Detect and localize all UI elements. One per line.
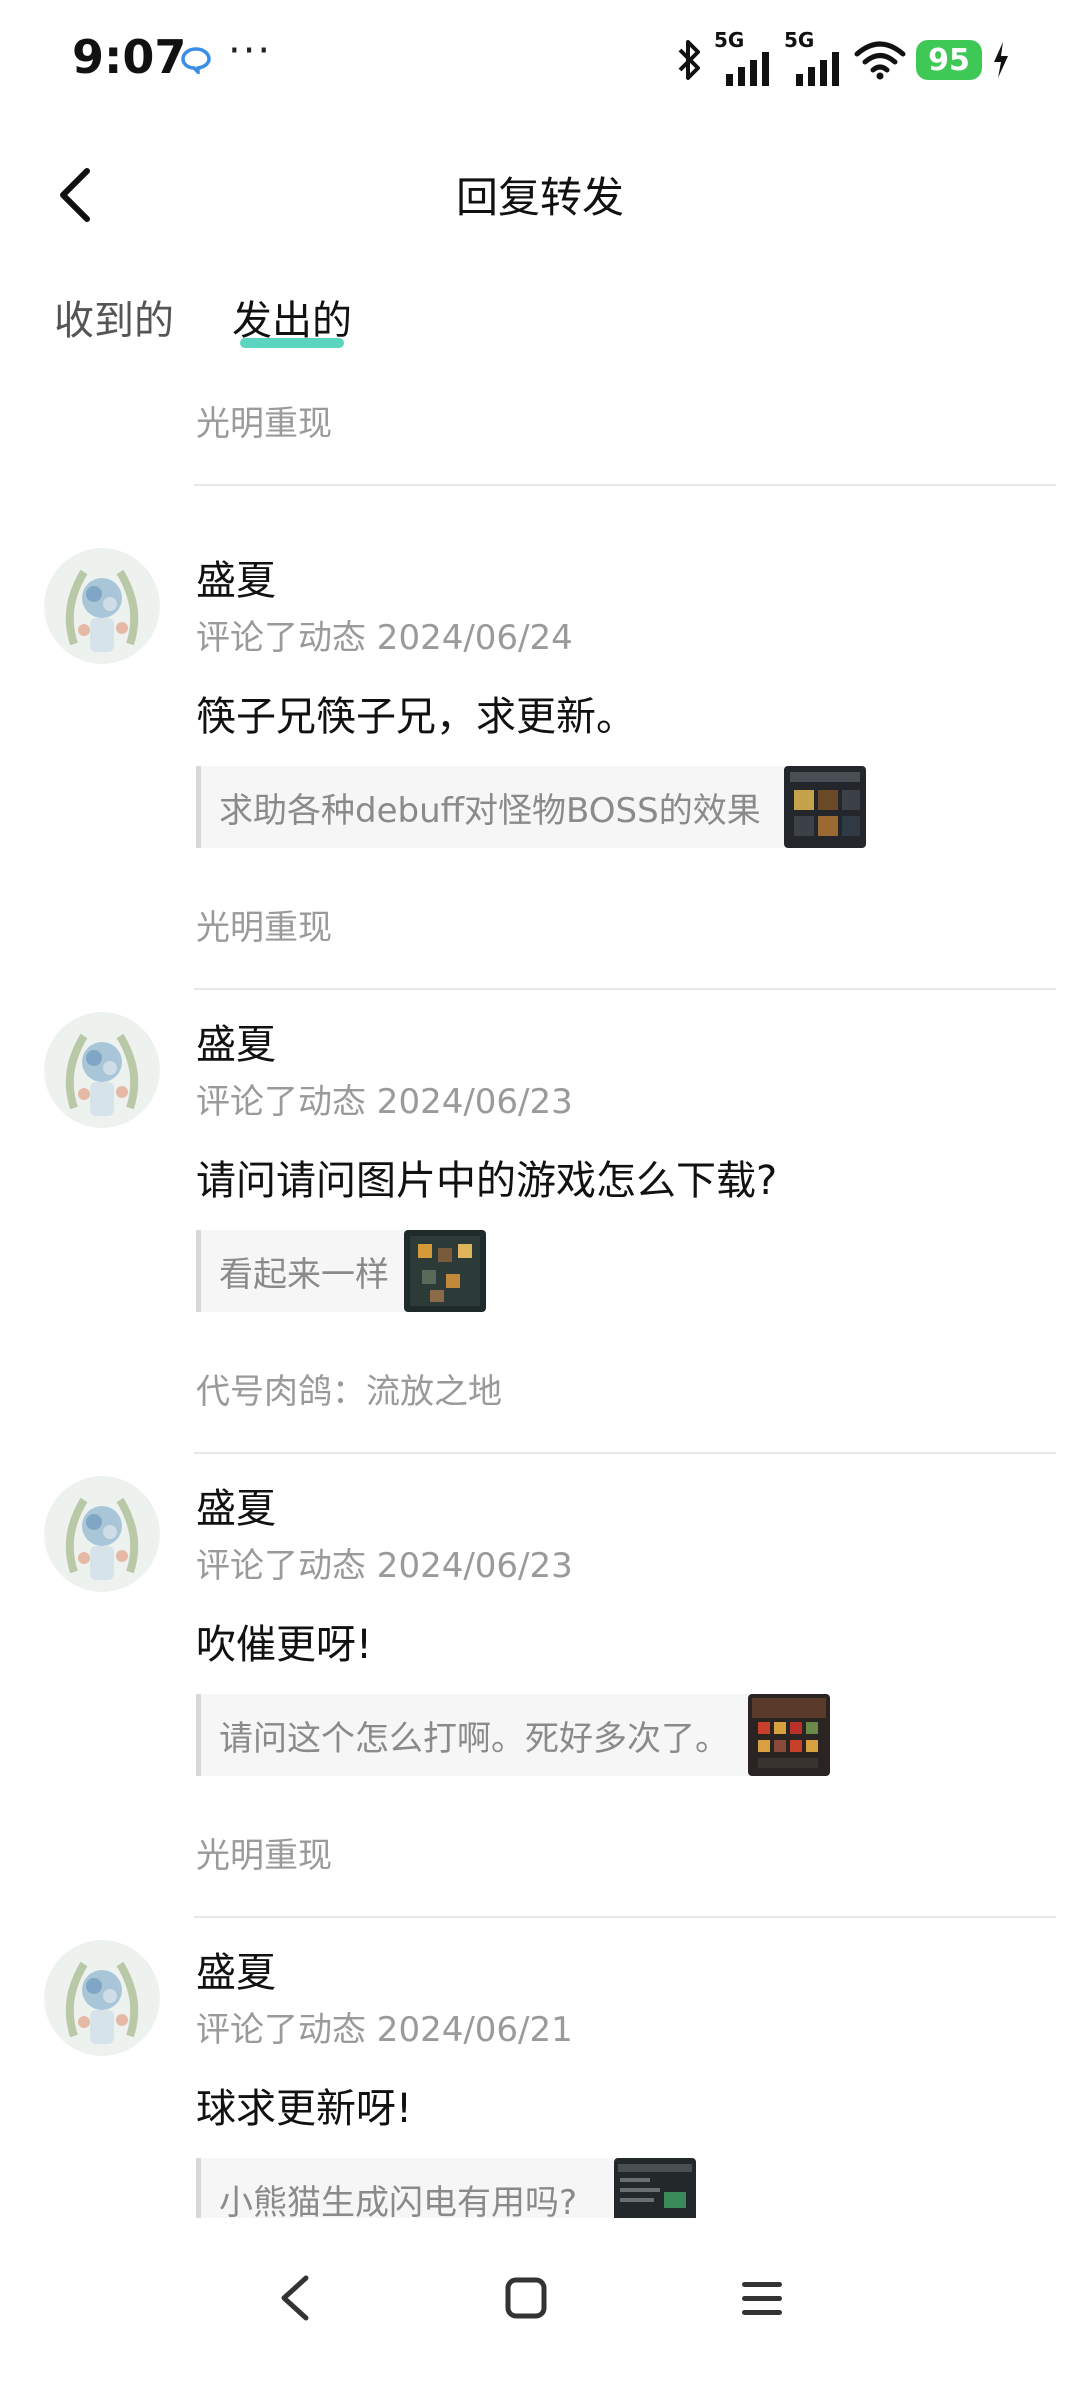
- bluetooth-icon: [678, 40, 700, 80]
- nav-home-button[interactable]: [476, 2248, 576, 2348]
- divider: [194, 1452, 1056, 1454]
- quoted-post-title: 小熊猫生成闪电有用吗?: [219, 2182, 578, 2219]
- wifi-icon: [854, 41, 906, 80]
- tab-received[interactable]: 收到的: [54, 288, 174, 346]
- status-bar: 9:07 ··· 5G 5G 95: [0, 0, 1080, 120]
- avatar[interactable]: [44, 1940, 160, 2056]
- chat-bubble-icon: [181, 47, 211, 74]
- quoted-post[interactable]: 求助各种debuff对怪物BOSS的效果: [196, 766, 784, 848]
- list-item[interactable]: 盛夏 评论了动态 2024/06/23 请问请问图片中的游戏怎么下载? 看起来一…: [0, 1012, 1080, 1476]
- source-game[interactable]: 代号肉鸽：流放之地: [196, 1364, 502, 1413]
- comment-meta: 评论了动态 2024/06/23: [196, 1546, 573, 1586]
- quoted-post[interactable]: 小熊猫生成闪电有用吗?: [196, 2158, 614, 2218]
- divider: [194, 484, 1056, 486]
- user-name[interactable]: 盛夏: [196, 548, 276, 606]
- system-nav-bar: [0, 2218, 1080, 2403]
- post-thumbnail[interactable]: [784, 766, 866, 848]
- status-time: 9:07: [72, 30, 187, 84]
- quoted-post-title: 求助各种debuff对怪物BOSS的效果: [219, 790, 761, 831]
- charging-icon: [994, 42, 1008, 78]
- quoted-post[interactable]: 看起来一样: [196, 1230, 404, 1312]
- signal-icon: 5G: [784, 28, 844, 86]
- source-game[interactable]: 光明重现: [196, 1828, 332, 1877]
- list-item[interactable]: 盛夏 评论了动态 2024/06/24 筷子兄筷子兄，求更新。 求助各种debu…: [0, 548, 1080, 1012]
- comment-text[interactable]: 筷子兄筷子兄，求更新。: [196, 684, 636, 742]
- home-square-icon: [505, 2277, 547, 2319]
- quoted-post[interactable]: 请问这个怎么打啊。死好多次了。: [196, 1694, 748, 1776]
- avatar[interactable]: [44, 548, 160, 664]
- menu-lines-icon: [742, 2282, 782, 2315]
- page-title: 回复转发: [455, 173, 624, 222]
- signal-icon: 5G: [714, 28, 774, 86]
- quoted-post-title: 看起来一样: [219, 1254, 389, 1295]
- avatar[interactable]: [44, 1476, 160, 1592]
- list-item[interactable]: 光明重现: [0, 366, 1080, 540]
- reply-list[interactable]: 光明重现 盛夏 评论了动态 2024/06/24 筷子兄筷子兄，求更新。 求助各…: [0, 366, 1080, 2218]
- comment-meta: 评论了动态 2024/06/23: [196, 1082, 573, 1122]
- signal-type-label: 5G: [714, 28, 745, 52]
- battery-icon: 95: [916, 40, 982, 80]
- nav-back-button[interactable]: [244, 2248, 344, 2348]
- tab-bar: 收到的 发出的: [0, 280, 1080, 360]
- post-thumbnail[interactable]: [404, 1230, 486, 1312]
- divider: [194, 1916, 1056, 1918]
- header: 回复转发: [0, 140, 1080, 250]
- quoted-post-title: 请问这个怎么打啊。死好多次了。: [219, 1718, 729, 1759]
- post-thumbnail[interactable]: [748, 1694, 830, 1776]
- avatar[interactable]: [44, 1012, 160, 1128]
- source-game[interactable]: 光明重现: [196, 900, 332, 949]
- nav-recents-button[interactable]: [712, 2248, 812, 2348]
- post-thumbnail[interactable]: [614, 2158, 696, 2218]
- status-icons: 5G 5G 95: [674, 28, 1010, 86]
- signal-type-label: 5G: [784, 28, 815, 52]
- back-triangle-icon: [281, 2275, 309, 2321]
- user-name[interactable]: 盛夏: [196, 1476, 276, 1534]
- comment-meta: 评论了动态 2024/06/24: [196, 618, 573, 658]
- comment-text[interactable]: 球求更新呀!: [196, 2076, 412, 2134]
- source-game[interactable]: 光明重现: [196, 396, 332, 445]
- comment-meta: 评论了动态 2024/06/21: [196, 2010, 573, 2050]
- user-name[interactable]: 盛夏: [196, 1940, 276, 1998]
- list-item[interactable]: 盛夏 评论了动态 2024/06/23 吹催更呀! 请问这个怎么打啊。死好多次了…: [0, 1476, 1080, 1940]
- divider: [194, 988, 1056, 990]
- comment-text[interactable]: 吹催更呀!: [196, 1612, 372, 1670]
- comment-text[interactable]: 请问请问图片中的游戏怎么下载?: [196, 1148, 777, 1206]
- active-tab-indicator: [240, 338, 344, 348]
- user-name[interactable]: 盛夏: [196, 1012, 276, 1070]
- list-item[interactable]: 盛夏 评论了动态 2024/06/21 球求更新呀! 小熊猫生成闪电有用吗?: [0, 1940, 1080, 2218]
- more-notifications-icon: ···: [228, 28, 273, 74]
